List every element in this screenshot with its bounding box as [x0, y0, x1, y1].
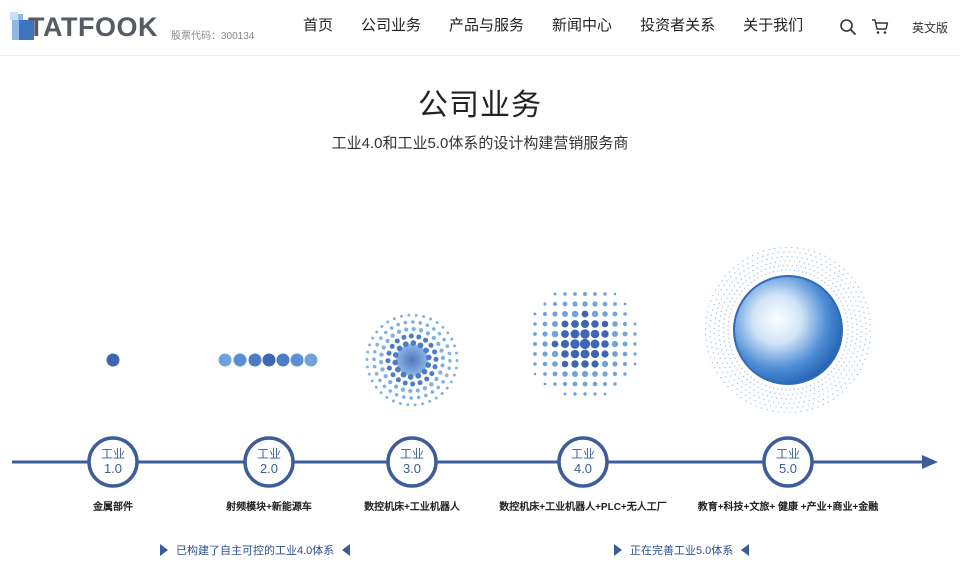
note-industry-4: 已构建了自主可控的工业4.0体系 — [160, 542, 351, 558]
language-switch-english[interactable]: 英文版 — [912, 19, 948, 36]
nav-item-investors[interactable]: 投资者关系 — [640, 16, 715, 38]
stage-node-version: 1.0 — [104, 461, 122, 476]
site-header: TATFOOK 股票代码：300134 首页 公司业务 产品与服务 新闻中心 投… — [0, 0, 960, 56]
triangle-left-icon — [342, 544, 351, 556]
stage-node-version: 4.0 — [574, 461, 592, 476]
stage-node-4: 工业4.0 — [557, 436, 609, 488]
nav-item-products[interactable]: 产品与服务 — [449, 16, 524, 38]
stage-node-word: 工业 — [776, 447, 800, 461]
nav-item-home[interactable]: 首页 — [303, 16, 333, 38]
timeline-arrow-icon — [922, 455, 938, 469]
stage-node-word: 工业 — [101, 447, 125, 461]
nav-item-business[interactable]: 公司业务 — [361, 16, 421, 38]
industry-evolution-diagram: 工业 1.0 工业 2.0 工业 3.0 工业 4.0 工业 5.0 金属部件 射频模块+新能源车… — [0, 230, 960, 568]
stock-code-info: 股票代码：300134 — [171, 27, 254, 42]
stage-node-2: 工业2.0 — [243, 436, 295, 488]
stage-node-5: 工业5.0 — [762, 436, 814, 488]
stage-node-word: 工业 — [257, 447, 281, 461]
note-industry-5: 正在完善工业5.0体系 — [614, 542, 750, 558]
triangle-left-icon — [741, 544, 750, 556]
cart-icon[interactable] — [871, 18, 889, 36]
page-title: 公司业务 — [418, 89, 542, 122]
stage-4-graphic — [533, 292, 637, 396]
stage-1-graphic — [106, 353, 120, 367]
nav-item-about[interactable]: 关于我们 — [743, 16, 803, 38]
stock-code-value: 300134 — [221, 31, 255, 42]
triangle-right-icon — [160, 544, 168, 556]
page-subtitle: 工业4.0和工业5.0体系的设计构建营销服务商 — [331, 135, 629, 152]
stage-node-version: 5.0 — [779, 461, 797, 476]
stage-2-graphic — [218, 353, 318, 367]
company-logo[interactable]: TATFOOK — [10, 12, 170, 42]
search-icon[interactable] — [839, 18, 857, 36]
evolution-graphic: 工业1.0工业2.0工业3.0工业4.0工业5.0 — [12, 246, 938, 488]
stage-5-label: 教育+科技+文旅+ 健康 +产业+商业+金融 — [697, 502, 879, 513]
logo-text: TATFOOK — [28, 12, 158, 42]
note-industry-4-text: 已构建了自主可控的工业4.0体系 — [176, 545, 335, 557]
stage-node-1: 工业1.0 — [87, 436, 139, 488]
stage-3-graphic — [365, 313, 459, 407]
stage-node-word: 工业 — [400, 447, 424, 461]
nav-item-news[interactable]: 新闻中心 — [552, 16, 612, 38]
stage-5-graphic — [704, 246, 872, 414]
stage-3-label: 数控机床+工业机器人 — [364, 502, 460, 513]
note-industry-5-text: 正在完善工业5.0体系 — [630, 545, 734, 557]
stage-node-version: 2.0 — [260, 461, 278, 476]
stage-node-word: 工业 — [571, 447, 595, 461]
stage-1-label: 金属部件 — [93, 502, 133, 513]
stage-4-label: 数控机床+工业机器人+PLC+无人工厂 — [499, 502, 667, 513]
stage-node-3: 工业3.0 — [386, 436, 438, 488]
stage-node-version: 3.0 — [403, 461, 421, 476]
main-nav: 首页 公司业务 产品与服务 新闻中心 投资者关系 关于我们 — [303, 16, 831, 38]
stage-2-label: 射频模块+新能源车 — [226, 502, 312, 513]
triangle-right-icon — [614, 544, 622, 556]
stock-code-label: 股票代码： — [171, 31, 221, 42]
